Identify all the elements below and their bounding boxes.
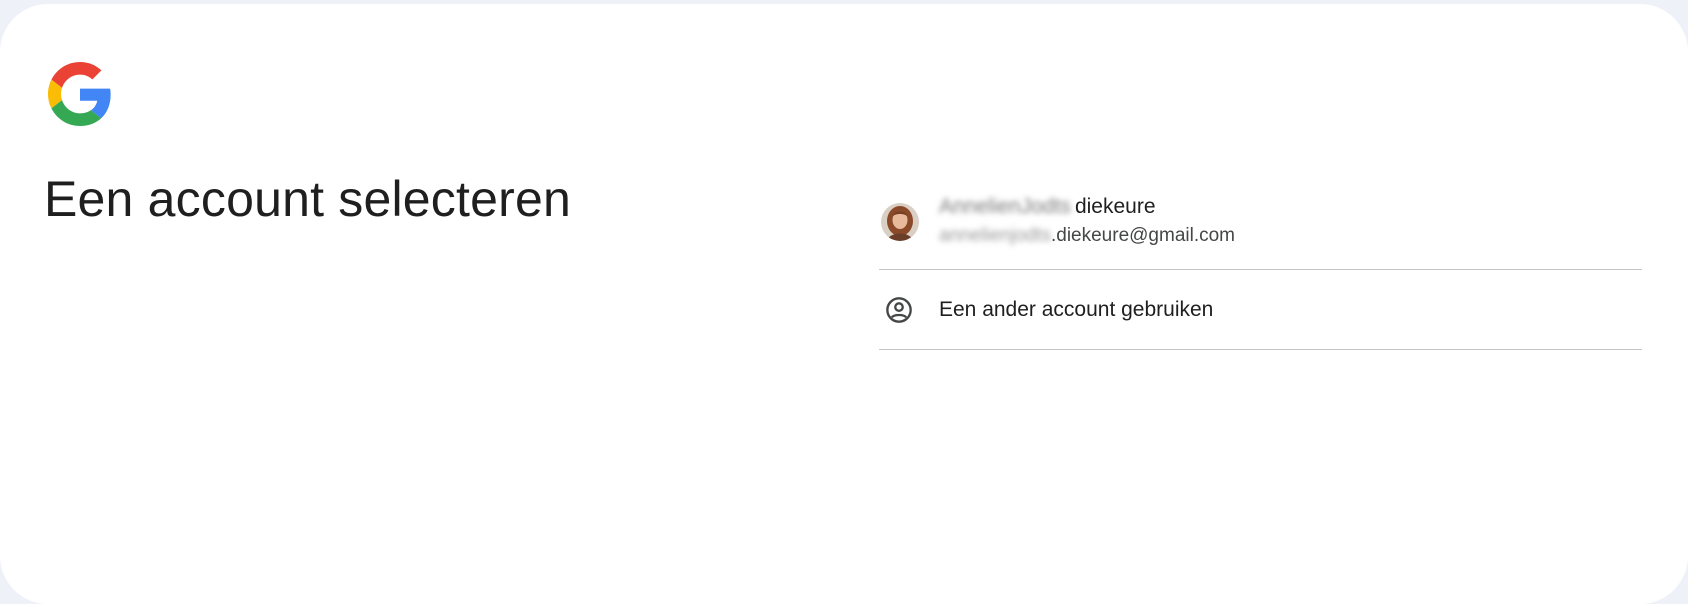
account-email-redacted: annelienjodts [939, 224, 1051, 246]
account-circle-icon [885, 296, 913, 324]
avatar [881, 202, 919, 241]
account-email: annelienjodts.diekeure@gmail.com [939, 222, 1235, 250]
account-details: AnnelienJodts diekeure annelienjodts.diek… [939, 192, 1235, 250]
account-name-redacted: AnnelienJodts [939, 194, 1071, 218]
account-name: AnnelienJodts diekeure [939, 192, 1235, 222]
google-logo-icon [48, 62, 112, 126]
page-title: Een account selecteren [44, 171, 571, 227]
use-another-account-label: Een ander account gebruiken [939, 297, 1214, 321]
account-list: AnnelienJodts diekeure annelienjodts.diek… [879, 182, 1642, 350]
account-name-visible: diekeure [1074, 194, 1156, 218]
account-item[interactable]: AnnelienJodts diekeure annelienjodts.diek… [879, 182, 1642, 270]
sign-in-card: Een account selecteren AnnelienJodts diek… [0, 4, 1688, 604]
use-another-account-button[interactable]: Een ander account gebruiken [879, 270, 1642, 350]
account-email-visible: .diekeure@gmail.com [1050, 224, 1236, 246]
